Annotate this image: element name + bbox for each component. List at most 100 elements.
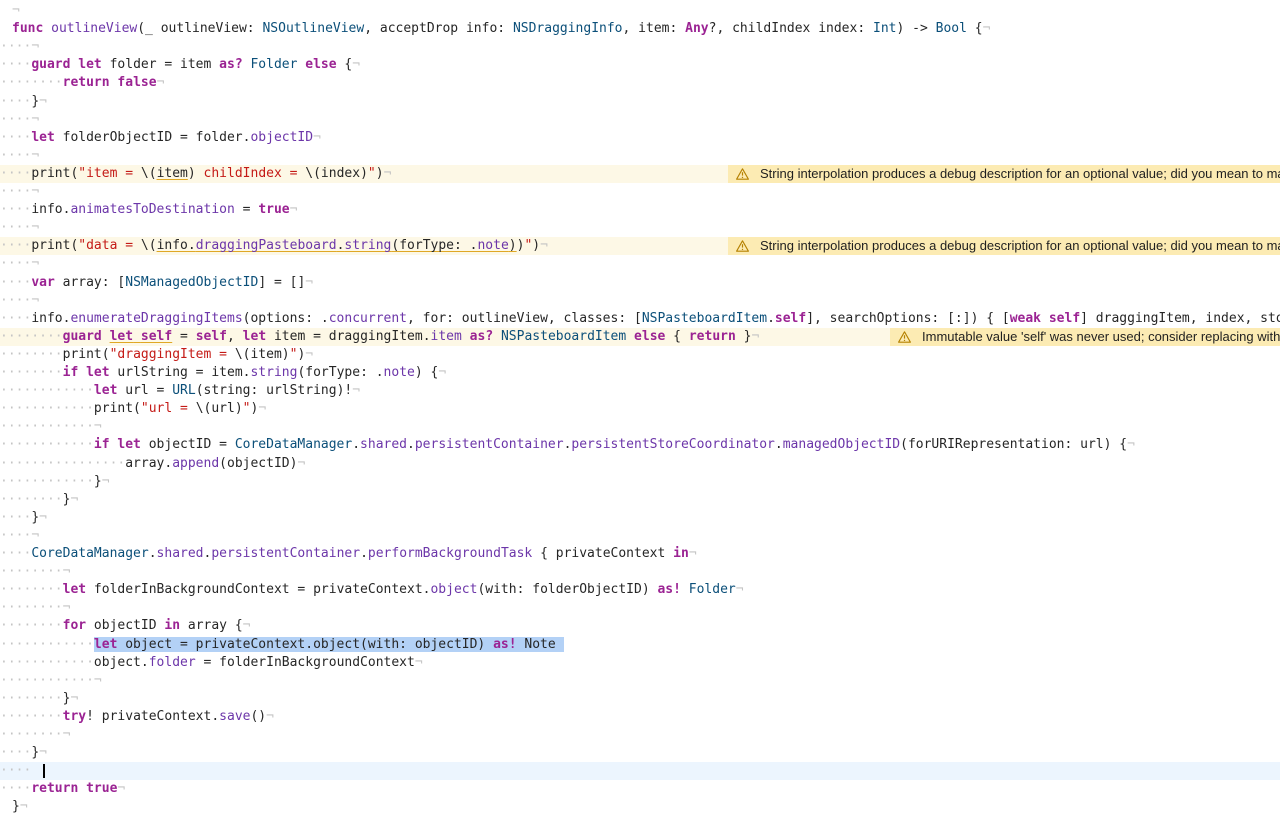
code-line[interactable]: ················array.append(objectID)¬ [0,455,1280,473]
text-selection[interactable]: let object = privateContext.object(with:… [93,636,564,652]
code-line[interactable]: ····¬ [0,38,1280,56]
code-line[interactable]: ········return false¬ [0,74,1280,92]
code-line[interactable]: ············let object = privateContext.… [0,636,1280,654]
pilcrow-mark: ¬ [352,383,361,399]
code-line[interactable]: ········¬ [0,599,1280,617]
code-token: . [767,310,775,326]
indent-guide: ········ [0,618,63,634]
code-line[interactable]: ············let url = URL(string: urlStr… [0,382,1280,400]
code-line[interactable]: ····info.enumerateDraggingItems(options:… [0,310,1280,328]
indent-guide: ···· [0,546,32,561]
code-line[interactable]: ············¬ [0,418,1280,436]
code-token: . [360,546,368,561]
code-line[interactable]: ········}¬ [0,491,1280,509]
code-token: var [31,274,55,290]
code-token: false [117,75,157,91]
code-token: (with: folderObjectID) [477,582,658,598]
pilcrow-mark: ¬ [19,799,28,815]
code-text: ········if let urlString = item.string(f… [0,364,446,382]
code-line[interactable]: }¬ [0,798,1280,816]
code-line[interactable]: ····var array: [NSManagedObjectID] = []¬ [0,274,1280,292]
code-line[interactable]: ········¬ [0,563,1280,581]
code-line[interactable]: ············}¬ [0,473,1280,491]
code-line[interactable]: ····return true¬ [0,780,1280,798]
code-line[interactable]: ····info.animatesToDestination = true¬ [0,201,1280,219]
code-token: Note [516,636,564,652]
code-line[interactable]: ····guard let folder = item as? Folder e… [0,56,1280,74]
indent-guide: ···· [0,111,32,127]
code-line[interactable]: ········}¬ [0,690,1280,708]
code-line[interactable]: ········guard let self = self, let item … [0,327,1280,346]
code-token: . [148,546,157,561]
code-line[interactable]: ········for objectID in array {¬ [0,617,1280,635]
indent-guide: ···· [0,781,32,797]
code-token: (forType: . [297,365,384,380]
code-text: ········}¬ [0,491,78,509]
code-token: } [735,328,752,344]
warning-annotation[interactable]: Immutable value 'self' was never used; c… [890,327,1280,346]
warning-annotation[interactable]: String interpolation produces a debug de… [728,237,1280,256]
code-editor[interactable]: ¬ func outlineView(_ outlineView: NSOutli… [0,0,1280,823]
indent-guide: ········ [0,690,63,706]
code-token: } [31,93,40,109]
code-token: else [305,57,337,73]
code-line[interactable]: ············if let objectID = CoreDataMa… [0,436,1280,454]
code-token: concurrent [328,310,408,326]
code-line[interactable]: ····¬ [0,111,1280,129]
code-line[interactable]: ············¬ [0,672,1280,690]
code-token: ! privateContext. [86,708,220,724]
code-token: { [665,328,689,344]
code-line[interactable]: ········if let urlString = item.string(f… [0,364,1280,382]
code-line[interactable]: ¬ [0,2,1280,20]
code-text: ············if let objectID = CoreDataMa… [0,436,1135,454]
code-line[interactable]: ····¬ [0,219,1280,237]
code-line[interactable]: ····}¬ [0,93,1280,111]
pilcrow-mark: ¬ [101,473,110,489]
code-token: as? [469,328,494,344]
code-token: ) [508,238,517,254]
code-token: "data = [78,238,141,254]
code-line[interactable]: ············object.folder = folderInBack… [0,654,1280,672]
code-line[interactable]: ····print("data = \(info.draggingPastebo… [0,237,1280,256]
code-line[interactable]: ····¬ [0,255,1280,273]
code-line[interactable]: ····}¬ [0,509,1280,527]
code-token: let [31,129,55,145]
pilcrow-mark: ¬ [313,129,321,145]
indent-guide: ···· [0,509,32,525]
code-line[interactable]: func outlineView(_ outlineView: NSOutlin… [0,20,1280,38]
warning-annotation[interactable]: String interpolation produces a debug de… [728,164,1280,183]
code-line[interactable]: ····¬ [0,292,1280,310]
code-token: let [93,636,118,652]
code-token: print( [62,346,110,362]
code-line[interactable]: ············print("url = \(url)")¬ [0,400,1280,418]
code-line[interactable]: ····}¬ [0,744,1280,762]
code-line[interactable]: ¬ [0,817,1280,823]
pilcrow-mark: ¬ [540,238,548,254]
code-line[interactable]: ···· [0,762,1280,781]
indent-guide: ···· [0,184,32,199]
code-line[interactable]: ····¬ [0,183,1280,201]
code-line[interactable]: ····¬ [0,147,1280,165]
code-text: ············¬ [0,418,102,436]
code-token: let [62,582,87,598]
code-line[interactable]: ········print("draggingItem = \(item)")¬ [0,346,1280,364]
pilcrow-mark: ¬ [93,672,102,688]
pilcrow-mark: ¬ [414,654,423,670]
code-line[interactable]: ········let folderInBackgroundContext = … [0,581,1280,599]
code-line[interactable]: ····print("item = \(item) childIndex = \… [0,164,1280,183]
indent-guide: ···· [0,202,32,218]
code-line[interactable]: ····CoreDataManager.shared.persistentCon… [0,545,1280,563]
code-text: ····}¬ [0,744,47,762]
indent-guide: ············ [0,401,94,417]
code-line[interactable]: ····¬ [0,527,1280,545]
pilcrow-mark: ¬ [62,727,71,742]
code-line[interactable]: ····let folderObjectID = folder.objectID… [0,129,1280,147]
pilcrow-mark: ¬ [289,202,298,218]
code-line[interactable]: ········try! privateContext.save()¬ [0,708,1280,726]
code-token: objectID = [140,437,235,453]
code-line[interactable]: ········¬ [0,726,1280,744]
